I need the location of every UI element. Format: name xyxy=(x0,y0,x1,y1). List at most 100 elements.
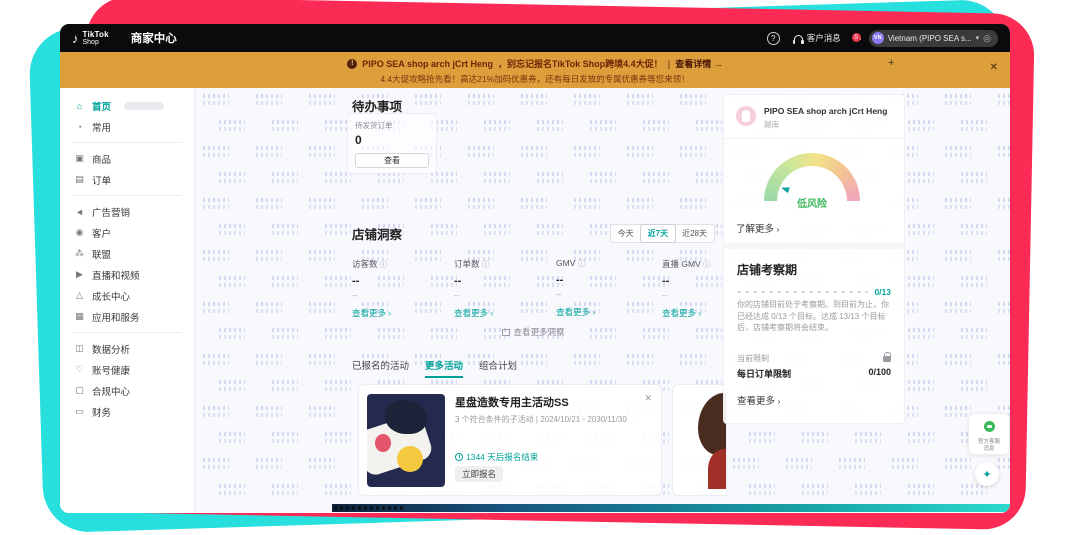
region-selector[interactable]: VN Vietnam (PIPO SEA s... ▾ ◎ xyxy=(869,30,998,47)
insights-range-tab[interactable]: 今天 xyxy=(611,225,641,242)
insights-metrics: 访客数 ⓘ----查看更多 ›订单数 ⓘ----查看更多 ›GMV ⓘ----查… xyxy=(352,258,715,319)
tiktok-shop-logo[interactable]: ♪ TikTok Shop xyxy=(72,31,109,46)
home-icon: ⌂ xyxy=(74,101,85,111)
sidebar-item-affiliate[interactable]: ⁂ 联盟 xyxy=(60,243,194,264)
insights-metric: GMV ⓘ----查看更多 › xyxy=(556,258,662,319)
sidebar-nav: ⌂首页◔常用 ▣商品▤订单 ◄广告营销◉客户 ⁂ 联盟 ▶直播和视频△成长中心▦应用和服务… xyxy=(60,88,195,513)
sidebar-item-order[interactable]: ▤订单 xyxy=(60,169,194,190)
insights-metric: 访客数 ⓘ----查看更多 › xyxy=(352,258,454,319)
product-icon: ▣ xyxy=(74,153,85,164)
assistant-button[interactable]: ✦ xyxy=(975,462,999,486)
growth-icon: △ xyxy=(74,290,85,301)
region-avatar: VN xyxy=(872,32,884,44)
compliance-icon: ▢ xyxy=(74,385,85,396)
info-icon[interactable]: ⓘ xyxy=(482,260,490,269)
clock-icon xyxy=(455,453,463,461)
info-icon[interactable]: ⓘ xyxy=(703,260,711,269)
chevron-right-icon: › xyxy=(778,397,781,406)
sidebar-item-label: 广告营销 xyxy=(92,205,130,219)
metric-more-link[interactable]: 查看更多 › xyxy=(454,307,556,319)
todo-view-button[interactable]: 查看 xyxy=(355,153,429,168)
sidebar-item-label: 应用和服务 xyxy=(92,310,140,324)
insights-metric: 订单数 ⓘ----查看更多 › xyxy=(454,258,556,319)
metric-label: GMV ⓘ xyxy=(556,258,662,269)
more-insights-link[interactable]: 查看更多洞察 xyxy=(352,326,715,338)
banner-divider: | xyxy=(668,59,671,69)
activity-tab[interactable]: 已报名的活动 xyxy=(352,358,409,378)
restriction-name: 每日订单限制 xyxy=(737,367,791,380)
metric-sub: -- xyxy=(352,291,454,300)
sidebar-item-clock[interactable]: ◔常用 xyxy=(60,116,194,137)
bottom-gradient-bar xyxy=(332,504,1010,512)
insights-range-tabs: 今天近7天近28天 xyxy=(610,224,715,243)
sidebar-item-finance[interactable]: ▭财务 xyxy=(60,401,194,422)
sidebar-item-megaphone[interactable]: ◄广告营销 xyxy=(60,201,194,222)
sidebar-item-analytics[interactable]: ◫数据分析 xyxy=(60,338,194,359)
chevron-right-icon: › xyxy=(388,309,391,318)
insights-section-title: 店铺洞察 xyxy=(352,224,402,243)
restriction-value: 0/100 xyxy=(868,367,891,380)
metric-more-link[interactable]: 查看更多 › xyxy=(556,306,662,318)
chevron-down-icon: ▾ xyxy=(976,34,980,42)
insights-range-tab[interactable]: 近7天 xyxy=(640,224,676,243)
chat-bubble-icon xyxy=(984,421,995,432)
chevron-right-icon: › xyxy=(592,308,595,317)
banner-expand-icon[interactable]: + xyxy=(888,57,894,69)
insights-range-tab[interactable]: 近28天 xyxy=(675,225,714,242)
sidebar-item-apps[interactable]: ▦应用和服务 xyxy=(60,306,194,327)
chevron-right-icon: › xyxy=(777,225,780,234)
chevron-right-icon: › xyxy=(490,309,493,318)
activity-carousel: 星盘造数专用主活动SS 3 个符合条件的子活动 | 2024/10/21 - 2… xyxy=(352,384,727,500)
banner-close-icon[interactable]: ✕ xyxy=(990,62,998,73)
activity-tab[interactable]: 组合计划 xyxy=(479,358,517,378)
metric-label: 订单数 ⓘ xyxy=(454,258,556,270)
sidebar-divider xyxy=(72,332,182,333)
metric-more-link[interactable]: 查看更多 › xyxy=(352,307,454,319)
progress-dots xyxy=(737,291,868,293)
sidebar-item-home[interactable]: ⌂首页 xyxy=(60,95,194,116)
sidebar-item-compliance[interactable]: ▢合规中心 xyxy=(60,380,194,401)
metric-sub: -- xyxy=(556,290,662,299)
shop-avatar xyxy=(736,106,756,126)
logo-text: TikTok Shop xyxy=(83,31,109,46)
announcement-banner: ! PIPO SEA shop arch jCrt Heng，别忘记报名TikT… xyxy=(60,52,1010,88)
probation-more-link[interactable]: 查看更多 › xyxy=(737,393,780,407)
headset-icon xyxy=(794,35,803,42)
todo-card: 待发货订单 0 查看 xyxy=(347,113,437,174)
next-activity-card-partial[interactable] xyxy=(672,384,727,496)
customer-messages-button[interactable]: 客户消息 xyxy=(794,32,841,44)
learn-more-link[interactable]: 了解更多 › xyxy=(736,221,779,235)
sidebar-item-product[interactable]: ▣商品 xyxy=(60,148,194,169)
sidebar-item-live-video[interactable]: ▶直播和视频 xyxy=(60,264,194,285)
chart-icon xyxy=(502,329,510,336)
illustration-figure xyxy=(385,400,427,434)
service-widget-sub: 消息 xyxy=(969,446,1009,453)
health-icon: ♡ xyxy=(74,364,85,375)
close-icon[interactable]: ✕ xyxy=(644,393,652,404)
customer-service-widget[interactable]: 官方客服 消息 xyxy=(968,413,1010,455)
sidebar-item-customers[interactable]: ◉客户 xyxy=(60,222,194,243)
activity-card[interactable]: 星盘造数专用主活动SS 3 个符合条件的子活动 | 2024/10/21 - 2… xyxy=(358,384,662,496)
activity-tab[interactable]: 更多活动 xyxy=(425,358,463,378)
sidebar-item-label: 客户 xyxy=(92,226,111,240)
restriction-row: 每日订单限制 0/100 xyxy=(737,367,891,380)
info-icon[interactable]: ⓘ xyxy=(380,260,388,269)
sidebar-item-label: 联盟 xyxy=(92,247,111,261)
sidebar-item-growth[interactable]: △成长中心 xyxy=(60,285,194,306)
notification-badge: 5 xyxy=(852,33,861,42)
live-video-icon: ▶ xyxy=(74,269,85,280)
activity-subtitle: 3 个符合条件的子活动 | 2024/10/21 - 2030/11/30 xyxy=(455,414,651,425)
sidebar-item-health[interactable]: ♡账号健康 xyxy=(60,359,194,380)
decorated-screenshot: ♪ TikTok Shop 商家中心 ? 客户消息 5 VN xyxy=(0,0,1079,535)
help-icon[interactable]: ? xyxy=(767,32,780,45)
shop-region: 越南 xyxy=(764,119,887,130)
sidebar-divider xyxy=(72,195,182,196)
banner-details-link[interactable]: 查看详情 → xyxy=(675,57,723,70)
affiliate-icon: ⁂ xyxy=(74,248,85,259)
progress-value: 0/13 xyxy=(874,287,891,297)
info-icon[interactable]: ⓘ xyxy=(578,259,586,268)
risk-level-label: 低风险 xyxy=(764,195,860,210)
register-now-button[interactable]: 立即报名 xyxy=(455,466,503,482)
restriction-header: 当前限制 xyxy=(737,353,769,364)
probation-progress: 0/13 xyxy=(737,287,891,297)
